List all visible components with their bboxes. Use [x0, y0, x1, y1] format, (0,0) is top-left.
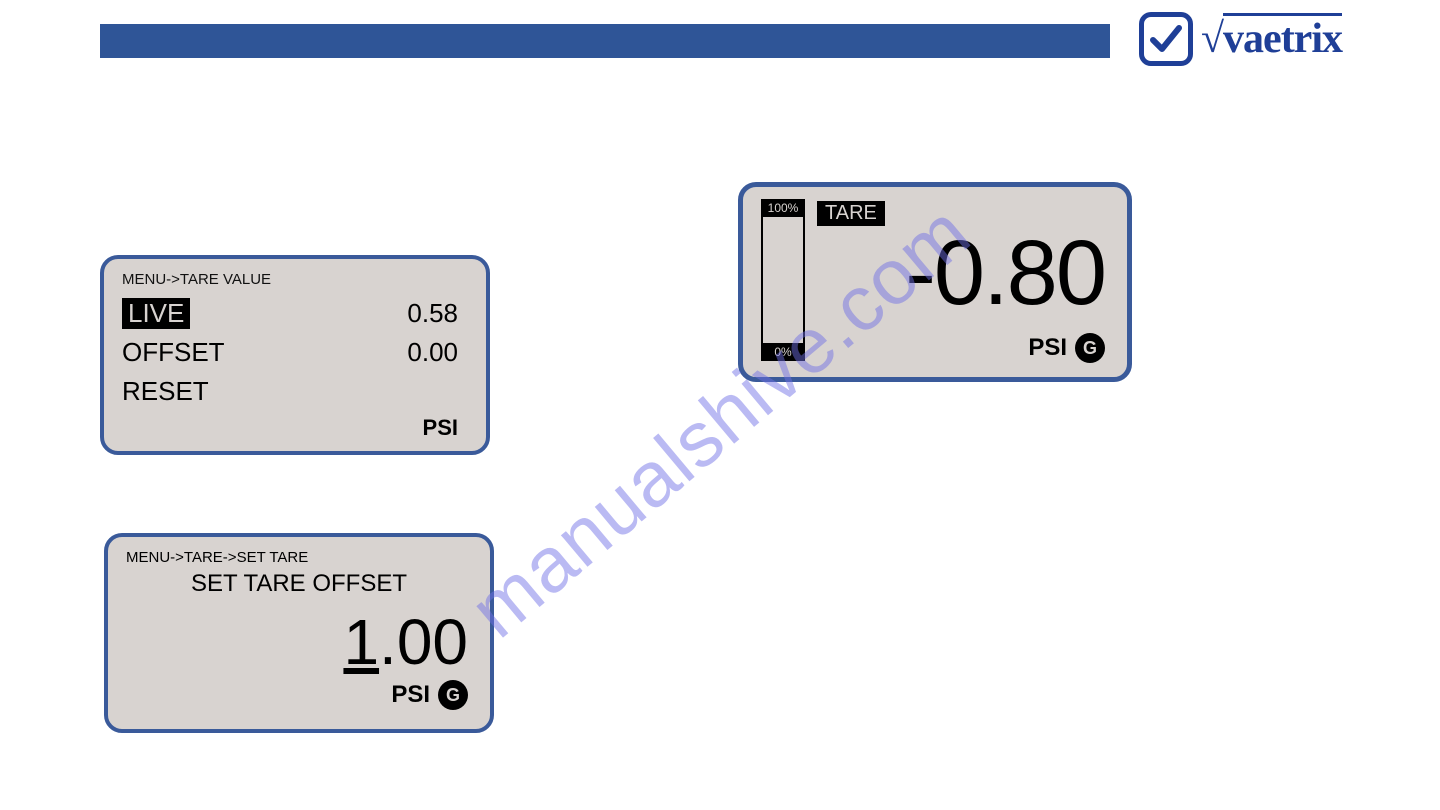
panel-tare-value: MENU->TARE VALUE LIVE 0.58 OFFSET 0.00 R…	[100, 255, 490, 455]
tare-chip: TARE	[817, 201, 885, 226]
editable-digit[interactable]: 1	[343, 606, 379, 678]
percent-bar-top-label: 100%	[761, 199, 805, 217]
gauge-badge-icon: G	[1075, 333, 1105, 363]
pressure-reading: -0.80	[905, 221, 1105, 326]
offset-value: 0.00	[407, 337, 458, 368]
check-icon	[1149, 22, 1183, 56]
tare-offset-value[interactable]: 1.00	[108, 610, 490, 674]
breadcrumb: MENU->TARE->SET TARE	[108, 537, 490, 568]
panel-title: SET TARE OFFSET	[108, 568, 490, 598]
percent-bar-track	[761, 217, 805, 343]
menu-item-offset[interactable]: OFFSET 0.00	[104, 333, 486, 372]
unit-label: PSI	[104, 411, 486, 441]
unit-label: PSI	[1028, 334, 1067, 362]
unit-label: PSI	[391, 681, 430, 709]
breadcrumb: MENU->TARE VALUE	[104, 259, 486, 294]
live-value: 0.58	[407, 298, 458, 329]
header-bar	[100, 24, 1110, 58]
panel-set-tare: MENU->TARE->SET TARE SET TARE OFFSET 1.0…	[104, 533, 494, 733]
menu-item-live[interactable]: LIVE 0.58	[104, 294, 486, 333]
brand-logo-text: √vaetrix	[1201, 15, 1342, 63]
percent-bar: 100% 0%	[761, 199, 805, 361]
brand-logo-mark	[1139, 12, 1193, 66]
live-chip: LIVE	[122, 298, 190, 329]
gauge-badge-icon: G	[438, 680, 468, 710]
brand-logo: √vaetrix	[1139, 12, 1342, 66]
panel-live-display: 100% 0% TARE -0.80 PSI G	[738, 182, 1132, 382]
percent-bar-bottom-label: 0%	[761, 343, 805, 361]
menu-item-reset[interactable]: RESET	[104, 372, 486, 411]
